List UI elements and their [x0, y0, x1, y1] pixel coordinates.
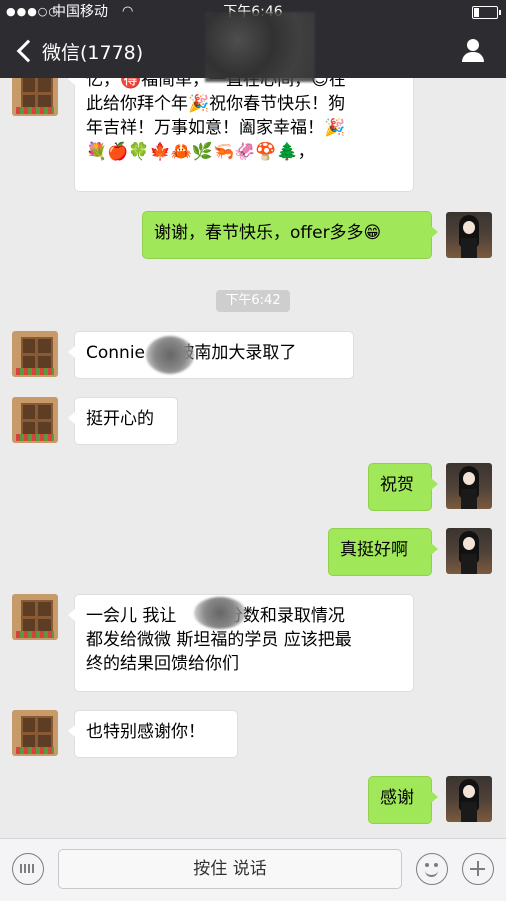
- contact-avatar[interactable]: [12, 594, 58, 640]
- keyboard-icon[interactable]: [12, 853, 44, 885]
- message-bubble-received[interactable]: 挺开心的: [68, 397, 178, 445]
- message-bubble-received[interactable]: 也特别感谢你！: [68, 710, 238, 758]
- contact-avatar[interactable]: [12, 710, 58, 756]
- message-bubble-sent[interactable]: 祝贺: [368, 463, 438, 511]
- my-avatar[interactable]: [446, 528, 492, 574]
- contact-avatar[interactable]: [12, 331, 58, 377]
- message-bubble-sent[interactable]: 真挺好啊: [328, 528, 438, 576]
- message-bubble-received[interactable]: Connie 被南加大录取了: [68, 331, 354, 379]
- back-button[interactable]: 微信(1778): [14, 34, 143, 68]
- chevron-left-icon: [16, 39, 40, 63]
- message-bubble-sent[interactable]: 感谢: [368, 776, 438, 824]
- input-bar: 按住 说话: [0, 838, 506, 901]
- redacted-contact-name: [205, 12, 315, 82]
- battery-icon: [472, 6, 501, 19]
- emoji-icon[interactable]: [416, 853, 448, 885]
- message-bubble-sent[interactable]: 谢谢，春节快乐，offer多多😁: [142, 211, 438, 259]
- back-label: 微信(1778): [42, 41, 144, 64]
- my-avatar[interactable]: [446, 776, 492, 822]
- redaction-blur: [146, 336, 194, 374]
- redaction-blur: [194, 597, 246, 629]
- my-avatar[interactable]: [446, 463, 492, 509]
- hold-to-talk-button[interactable]: 按住 说话: [58, 849, 402, 889]
- person-icon[interactable]: [460, 39, 486, 65]
- message-timestamp: 下午6:42: [216, 290, 290, 312]
- plus-icon[interactable]: [462, 853, 494, 885]
- contact-avatar[interactable]: [12, 397, 58, 443]
- my-avatar[interactable]: [446, 212, 492, 258]
